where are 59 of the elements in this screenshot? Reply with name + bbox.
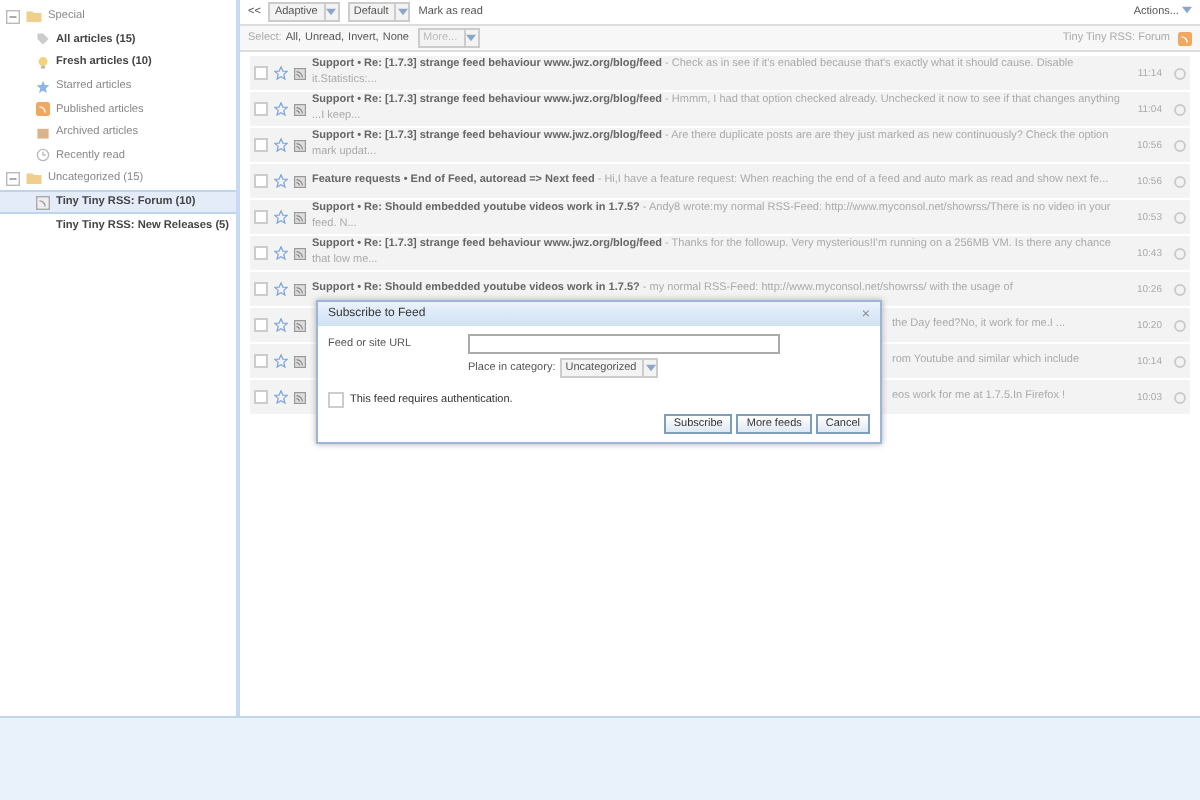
star-icon[interactable] xyxy=(274,318,288,332)
unread-marker[interactable] xyxy=(1174,319,1186,331)
caret-icon xyxy=(645,364,656,372)
checkbox[interactable] xyxy=(254,354,268,368)
star-icon[interactable] xyxy=(274,354,288,368)
unread-marker[interactable] xyxy=(1174,355,1186,367)
feed-icon xyxy=(294,67,306,79)
unread-marker[interactable] xyxy=(1174,139,1186,151)
feed-icon xyxy=(294,103,306,115)
checkbox[interactable] xyxy=(254,102,268,116)
feed-icon xyxy=(294,283,306,295)
unread-marker[interactable] xyxy=(1174,211,1186,223)
checkbox[interactable] xyxy=(254,210,268,224)
unread-marker[interactable] xyxy=(1174,67,1186,79)
clock-icon xyxy=(36,148,50,163)
folder-icon xyxy=(26,10,42,23)
star-icon[interactable] xyxy=(274,246,288,260)
star-icon[interactable] xyxy=(274,102,288,116)
feed-icon xyxy=(294,139,306,151)
box-icon xyxy=(36,125,50,140)
caret-icon xyxy=(1182,6,1192,14)
star-icon xyxy=(36,79,50,94)
checkbox[interactable] xyxy=(254,174,268,188)
feed-icon xyxy=(36,195,50,210)
unread-marker[interactable] xyxy=(1174,283,1186,295)
caret-icon xyxy=(326,8,337,16)
star-icon[interactable] xyxy=(274,174,288,188)
unread-marker[interactable] xyxy=(1174,247,1186,259)
folder-icon xyxy=(26,172,42,185)
unread-marker[interactable] xyxy=(1174,175,1186,187)
feed-icon xyxy=(294,355,306,367)
star-icon[interactable] xyxy=(274,66,288,80)
feed-icon xyxy=(294,211,306,223)
star-icon[interactable] xyxy=(274,390,288,404)
checkbox[interactable] xyxy=(254,390,268,404)
checkbox[interactable] xyxy=(254,138,268,152)
unread-marker[interactable] xyxy=(1174,391,1186,403)
star-icon[interactable] xyxy=(274,282,288,296)
feed-icon xyxy=(294,247,306,259)
feed-icon xyxy=(294,319,306,331)
checkbox[interactable] xyxy=(254,282,268,296)
lightbulb-icon xyxy=(36,55,50,70)
checkbox[interactable] xyxy=(328,392,344,408)
unread-marker[interactable] xyxy=(1174,103,1186,115)
star-icon[interactable] xyxy=(274,210,288,224)
feed-icon xyxy=(1178,31,1192,45)
url-input-field[interactable] xyxy=(468,334,780,354)
tag-icon xyxy=(36,32,50,47)
checkbox[interactable] xyxy=(254,318,268,332)
checkbox[interactable] xyxy=(254,66,268,80)
caret-icon xyxy=(466,34,477,42)
caret-icon xyxy=(397,8,408,16)
checkbox[interactable] xyxy=(254,246,268,260)
feed-icon xyxy=(294,175,306,187)
feed-icon xyxy=(294,391,306,403)
feed-icon xyxy=(36,102,50,117)
star-icon[interactable] xyxy=(274,138,288,152)
collapse-toggle-icon[interactable] xyxy=(6,9,20,24)
collapse-toggle-icon[interactable] xyxy=(6,171,20,186)
